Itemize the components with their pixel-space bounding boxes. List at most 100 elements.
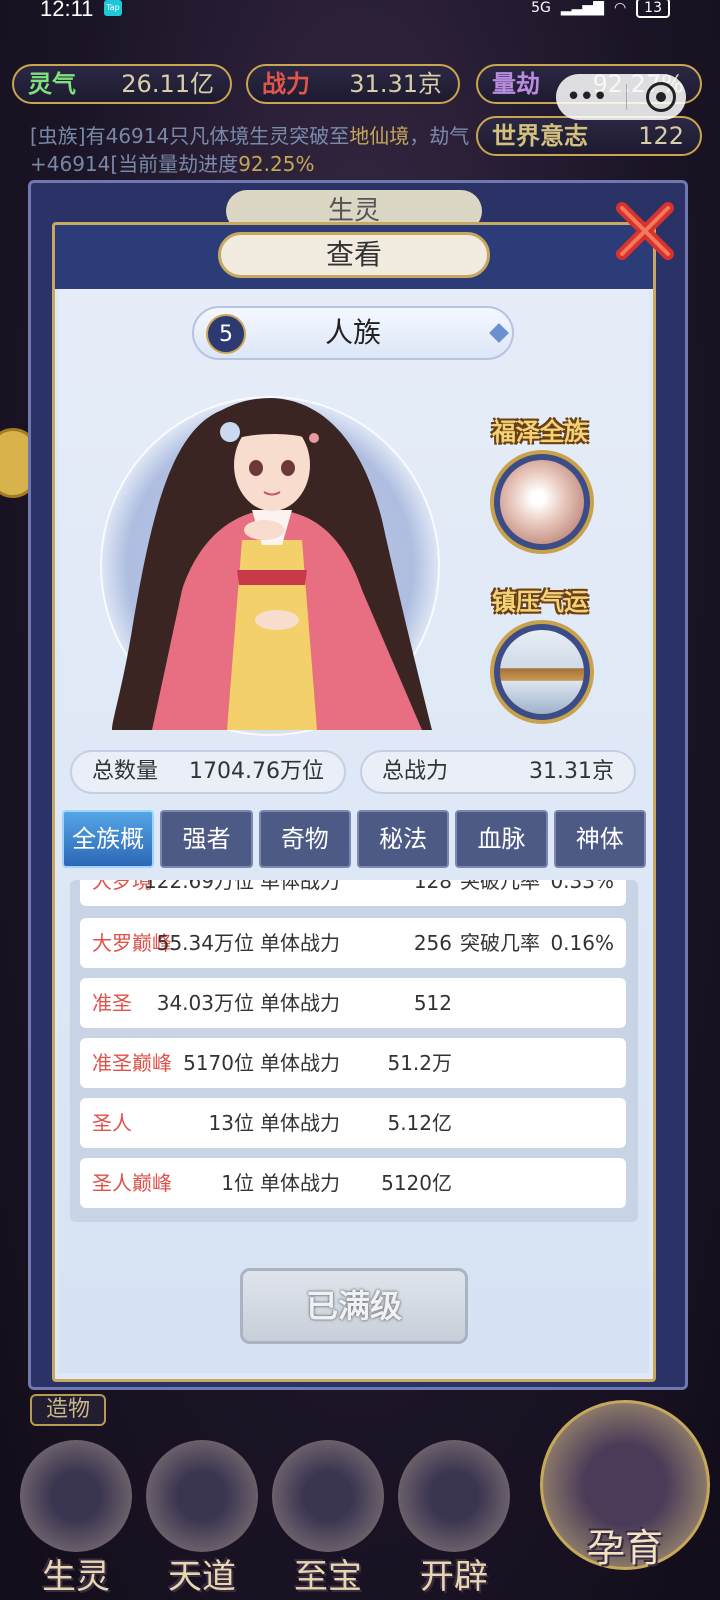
row-realm: 准圣巅峰 — [92, 1051, 172, 1075]
zhibao-emblem-icon — [272, 1440, 384, 1552]
clock: 12:11 — [40, 0, 94, 21]
total-power-label: 总战力 — [382, 759, 449, 784]
table-row: 大罗境 122.69万位 单体战力 128 突破几率 0.33% — [80, 880, 626, 906]
tab-strong[interactable]: 强者 — [160, 810, 253, 868]
close-icon — [616, 202, 674, 260]
total-count-value: 1704.76万位 — [189, 759, 324, 784]
realm-list[interactable]: 大罗境 122.69万位 单体战力 128 突破几率 0.33% 大罗巅峰 55… — [70, 880, 638, 1222]
nav-shengling[interactable]: 生灵 — [14, 1440, 138, 1600]
shengling-emblem-icon — [20, 1440, 132, 1552]
nav-shengling-label: 生灵 — [42, 1557, 110, 1597]
row-power: 128 — [413, 880, 452, 893]
stat-lingqi-label: 灵气 — [28, 70, 76, 98]
kaipi-emblem-icon — [398, 1440, 510, 1552]
character-portrait — [92, 370, 452, 730]
wifi-icon: ◠ — [613, 0, 627, 16]
race-selector[interactable]: 5 人族 — [192, 306, 514, 360]
badge-zhenya[interactable] — [490, 620, 594, 724]
event-ticker: [虫族]有46914只凡体境生灵突破至地仙境，劫气+46914[当前量劫进度92… — [30, 122, 470, 178]
row-power: 5120亿 — [381, 1171, 452, 1195]
table-row: 圣人 13位 单体战力 5.12亿 — [80, 1098, 626, 1148]
fuze-emblem-icon — [500, 460, 584, 544]
row-power-label: 单体战力 — [260, 1051, 340, 1075]
row-rate: 0.16% — [550, 931, 614, 955]
nav-zhibao[interactable]: 至宝 — [266, 1440, 390, 1600]
nav-kaipi-label: 开辟 — [420, 1557, 488, 1597]
badge-fuze[interactable] — [490, 450, 594, 554]
row-power: 51.2万 — [387, 1051, 452, 1075]
close-miniprogram-icon[interactable] — [646, 82, 677, 112]
row-power-label: 单体战力 — [260, 1171, 340, 1195]
row-power-label: 单体战力 — [260, 931, 340, 955]
stat-shijie[interactable]: 世界意志 122 — [476, 116, 702, 156]
tab-secret-arts[interactable]: 秘法 — [356, 810, 450, 868]
nav-tiandao[interactable]: 天道 — [140, 1440, 264, 1600]
row-realm: 圣人巅峰 — [92, 1171, 172, 1195]
row-rate: 0.33% — [550, 880, 614, 893]
badge-fuze-label: 福泽全族 — [492, 418, 588, 446]
ticker-part1: [虫族]有46914只凡体境生灵突破至 — [30, 124, 350, 148]
row-power-label: 单体战力 — [260, 880, 340, 893]
row-break-label: 突破几率 — [460, 931, 540, 955]
row-power: 5.12亿 — [387, 1111, 452, 1135]
row-power: 256 — [413, 931, 452, 955]
row-realm: 大罗境 — [92, 880, 152, 893]
tab-overview[interactable]: 全族概况 — [62, 810, 155, 907]
capsule-divider — [625, 84, 627, 110]
badge-zhenya-label: 镇压气运 — [492, 588, 588, 616]
table-row: 准圣 34.03万位 单体战力 512 — [80, 978, 626, 1028]
row-count: 1位 — [221, 1171, 254, 1195]
table-row: 圣人巅峰 1位 单体战力 5120亿 — [80, 1158, 626, 1208]
battery-icon: 13 — [636, 0, 670, 18]
table-row: 准圣巅峰 5170位 单体战力 51.2万 — [80, 1038, 626, 1088]
row-realm: 圣人 — [92, 1111, 132, 1135]
close-button[interactable] — [612, 198, 678, 264]
row-break-label: 突破几率 — [460, 880, 540, 893]
stat-zhanli: 战力 31.31京 — [246, 64, 460, 104]
network-label: 5G — [531, 0, 551, 16]
tab-items[interactable]: 奇物 — [258, 810, 351, 868]
total-power-value: 31.31京 — [529, 759, 614, 784]
row-power-label: 单体战力 — [260, 1111, 340, 1135]
total-count: 总数量 1704.76万位 — [70, 750, 346, 794]
miniprogram-capsule: ••• — [556, 74, 686, 120]
tab-divine-body[interactable]: 神体 — [553, 810, 646, 868]
stat-lingqi-value: 26.11亿 — [121, 70, 214, 98]
stat-shijie-label: 世界意志 — [492, 122, 588, 150]
tab-bar: 全族概况 强者 奇物 秘法 血脉 神体 — [62, 810, 646, 907]
row-power-label: 单体战力 — [260, 991, 340, 1015]
nav-zhibao-label: 至宝 — [294, 1557, 362, 1597]
stat-shijie-value: 122 — [638, 122, 684, 150]
nav-tiandao-label: 天道 — [168, 1557, 236, 1597]
stat-zhanli-value: 31.31京 — [349, 70, 442, 98]
total-count-label: 总数量 — [92, 759, 159, 784]
row-count: 55.34万位 — [156, 931, 254, 955]
stat-lingqi: 灵气 26.11亿 — [12, 64, 232, 104]
app-badge-icon: Tap — [104, 0, 122, 16]
stat-zhanli-label: 战力 — [262, 70, 310, 98]
status-icons: 5G ▂▃▅▇ ◠ 13 — [531, 0, 670, 18]
panel-title: 查看 — [218, 232, 490, 278]
row-power: 512 — [413, 991, 452, 1015]
total-power: 总战力 31.31京 — [360, 750, 636, 794]
maxed-button[interactable]: 已满级 — [240, 1268, 468, 1344]
row-count: 5170位 — [183, 1051, 254, 1075]
stat-liangjie-label: 量劫 — [492, 70, 540, 98]
nav-yunyu[interactable]: 孕育 — [540, 1400, 710, 1600]
nav-kaipi[interactable]: 开辟 — [392, 1440, 516, 1600]
row-count: 122.69万位 — [144, 880, 254, 893]
tab-bloodline[interactable]: 血脉 — [455, 810, 548, 868]
temple-icon — [500, 630, 584, 714]
row-realm: 准圣 — [92, 991, 132, 1015]
status-bar: 12:11 Tap 5G ▂▃▅▇ ◠ 13 — [0, 0, 720, 24]
ticker-highlight: 地仙境 — [349, 124, 410, 148]
row-count: 34.03万位 — [156, 991, 254, 1015]
more-icon[interactable]: ••• — [566, 82, 608, 112]
table-row: 大罗巅峰 55.34万位 单体战力 256 突破几率 0.16% — [80, 918, 626, 968]
row-count: 13位 — [208, 1111, 254, 1135]
zaowu-tab[interactable]: 造物 — [30, 1394, 106, 1426]
ticker-progress: 92.25% — [238, 152, 315, 176]
race-name: 人族 — [324, 316, 381, 349]
signal-icon: ▂▃▅▇ — [560, 0, 604, 16]
tiandao-emblem-icon — [146, 1440, 258, 1552]
